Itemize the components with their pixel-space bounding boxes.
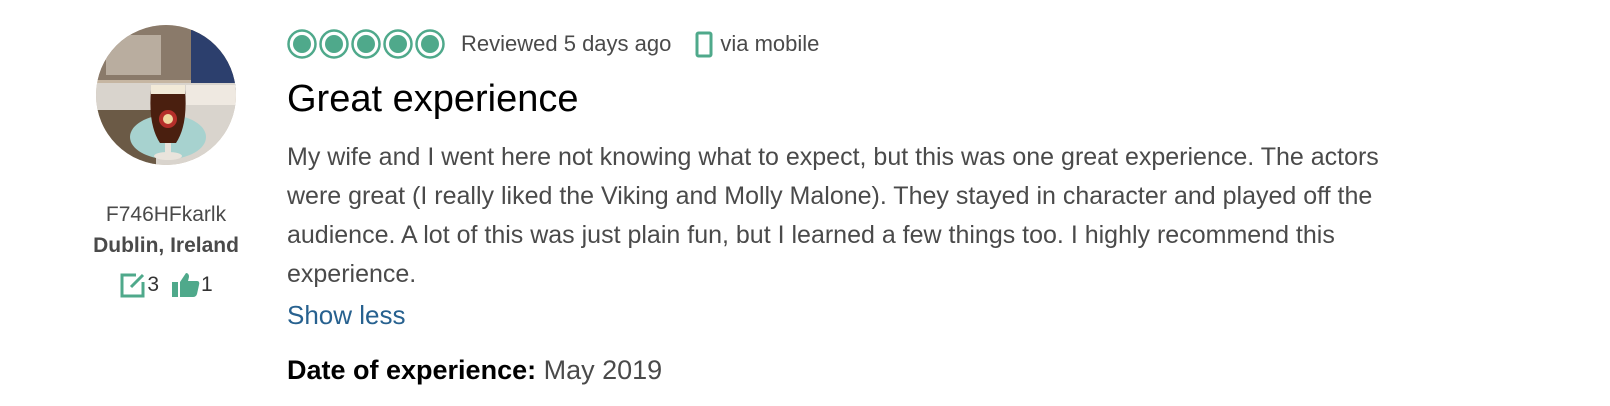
date-of-experience: Date of experience: May 2019 bbox=[287, 354, 1587, 386]
helpful-votes: 1 bbox=[171, 271, 213, 299]
reviewer-username[interactable]: F746HFkarlk bbox=[82, 203, 250, 227]
via-mobile-label: via mobile bbox=[720, 31, 820, 56]
review-body: My wife and I went here not knowing what… bbox=[287, 143, 1379, 288]
date-of-experience-label: Date of experience: bbox=[287, 355, 537, 385]
review-count: 3 bbox=[119, 271, 159, 299]
review-meta: Reviewed 5 days ago via mobile bbox=[287, 25, 1587, 63]
show-less-link[interactable]: Show less bbox=[287, 298, 406, 332]
mobile-phone-icon bbox=[695, 31, 713, 57]
rating-bubble-icon bbox=[383, 29, 413, 59]
via-mobile: via mobile bbox=[695, 31, 819, 58]
helpful-votes-value: 1 bbox=[201, 273, 213, 296]
review-date: Reviewed 5 days ago bbox=[461, 31, 672, 56]
bubble-rating bbox=[287, 29, 445, 59]
thumbs-up-icon bbox=[172, 273, 200, 297]
avatar[interactable] bbox=[96, 25, 236, 165]
reviewer-info: F746HFkarlk Dublin, Ireland 3 1 bbox=[82, 25, 250, 300]
avatar-photo-icon bbox=[96, 25, 236, 165]
review-count-value: 3 bbox=[147, 273, 159, 296]
reviewer-stats: 3 1 bbox=[82, 270, 250, 300]
rating-bubble-icon bbox=[415, 29, 445, 59]
review-title[interactable]: Great experience bbox=[287, 77, 1587, 121]
review-count-icon bbox=[120, 273, 145, 298]
reviewer-location: Dublin, Ireland bbox=[93, 234, 239, 257]
rating-bubble-icon bbox=[351, 29, 381, 59]
rating-bubble-icon bbox=[319, 29, 349, 59]
rating-bubble-icon bbox=[287, 29, 317, 59]
review-content: Reviewed 5 days ago via mobile Great exp… bbox=[287, 25, 1587, 386]
date-of-experience-value: May 2019 bbox=[543, 355, 663, 385]
